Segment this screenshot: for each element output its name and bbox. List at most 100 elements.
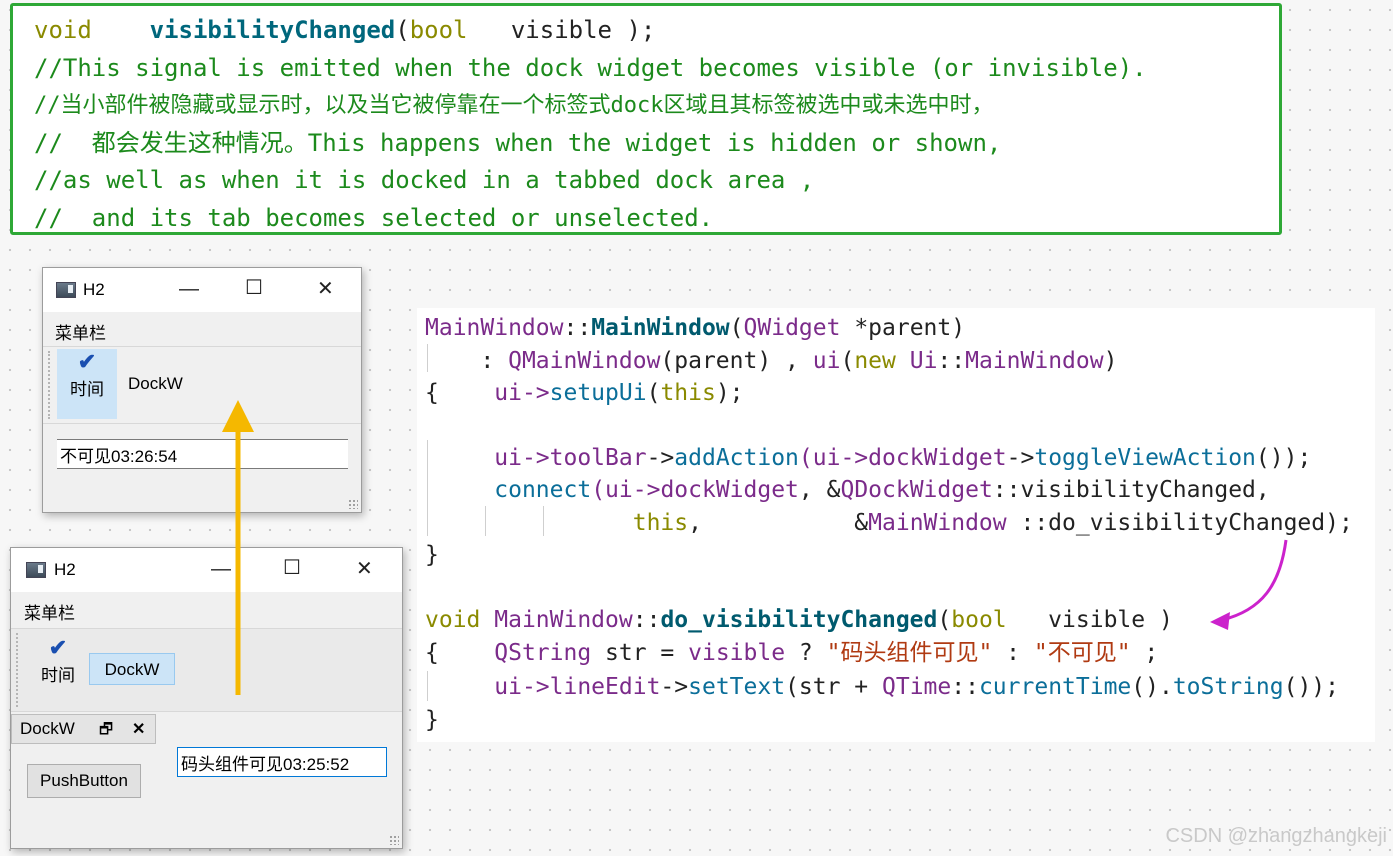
tok: -> — [1006, 445, 1035, 471]
tok: :: — [937, 348, 966, 374]
tok: connect — [494, 477, 592, 503]
tok: ui — [812, 348, 841, 374]
tok: } — [425, 707, 439, 733]
time-action[interactable]: ✔ 时间 — [31, 635, 85, 705]
code-line: : QMainWindow(parent) , ui(new Ui::MainW… — [425, 345, 1117, 377]
tok: MainWindow — [868, 510, 1007, 536]
doc-line: //This signal is emitted when the dock w… — [34, 53, 1147, 82]
line-edit[interactable]: 不可见03:26:54 — [57, 439, 348, 469]
tok: "不可见" — [1033, 640, 1131, 666]
tok: (parent) , — [660, 348, 813, 374]
tok: ()); — [1283, 674, 1339, 700]
doc-line: // 都会发生这种情况。This happens when the widget… — [34, 128, 1002, 157]
tok: toolBar — [549, 445, 647, 471]
maximize-button[interactable]: ☐ — [245, 278, 263, 298]
tok: (str + — [785, 674, 882, 700]
title-bar[interactable]: H2 — ☐ ✕ — [43, 268, 361, 312]
kw-bool: bool — [409, 16, 468, 44]
code-line: { ui->setupUi(this); — [425, 377, 744, 409]
doc-line: //as well as when it is docked in a tabb… — [34, 166, 815, 194]
dock-close-icon[interactable]: ✕ — [132, 719, 145, 739]
tok: this — [660, 380, 716, 406]
close-button[interactable]: ✕ — [317, 279, 334, 299]
tok: this — [632, 510, 689, 536]
tok: , — [688, 510, 702, 536]
tok: lineEdit — [549, 674, 661, 700]
size-grip[interactable] — [348, 499, 358, 509]
tok: ; — [1130, 640, 1159, 666]
close-button[interactable]: ✕ — [356, 559, 373, 579]
line-edit[interactable]: 码头组件可见03:25:52 — [177, 747, 387, 777]
tok: QMainWindow — [508, 348, 661, 374]
code-line: } — [425, 539, 439, 571]
tool-bar: ✔ 时间 DockW — [11, 628, 402, 712]
tok — [480, 607, 494, 633]
tok: visible ) — [1006, 607, 1173, 633]
tok: (ui-> — [798, 445, 869, 471]
tok: (). — [1131, 674, 1173, 700]
code-panel: MainWindow::MainWindow(QWidget *parent) … — [417, 308, 1375, 742]
tok: -> — [646, 445, 675, 471]
code-line: connect(ui->dockWidget, &QDockWidget::vi… — [425, 474, 1270, 506]
tok: { — [425, 380, 439, 406]
app-icon — [56, 282, 76, 298]
tok: setText — [688, 674, 786, 700]
tok: { — [425, 640, 439, 666]
time-action-label: 时间 — [41, 666, 75, 685]
tok: ()); — [1255, 445, 1312, 471]
time-action-label: 时间 — [70, 380, 104, 399]
tok: "码头组件可见" — [826, 640, 993, 666]
code-line: this, &MainWindow ::do_visibilityChanged… — [425, 507, 1353, 539]
tok: MainWindow — [965, 348, 1104, 374]
toolbar-grip[interactable] — [48, 351, 50, 419]
tok: QString — [494, 640, 592, 666]
tok: toString — [1172, 674, 1284, 700]
tok: QWidget — [743, 315, 841, 341]
menu-bar[interactable]: 菜单栏 — [24, 599, 402, 624]
dock-float-icon[interactable]: 🗗 — [99, 719, 113, 744]
tok: MainWindow — [494, 607, 633, 633]
tok — [896, 348, 910, 374]
tok: do_visibilityChanged — [660, 607, 938, 633]
code-line: { QString str = visible ? "码头组件可见" : "不可… — [425, 637, 1158, 669]
code-line: MainWindow::MainWindow(QWidget *parent) — [425, 312, 965, 344]
tok: } — [425, 542, 439, 568]
tok: ( — [646, 380, 661, 406]
code-line: ui->toolBar->addAction(ui->dockWidget->t… — [425, 442, 1311, 474]
tok: str = — [591, 640, 689, 666]
minimize-button[interactable]: — — [211, 559, 231, 579]
code-line: } — [425, 704, 439, 736]
tok: ) — [1103, 348, 1118, 374]
dock-title: DockW — [20, 719, 75, 738]
menu-bar[interactable]: 菜单栏 — [55, 319, 361, 344]
tok: Ui — [909, 348, 938, 374]
tok: *parent) — [840, 315, 966, 341]
dockw-toggle-button[interactable]: DockW — [128, 374, 183, 394]
doc-line: //当小部件被隐藏或显示时，以及当它被停靠在一个标签式dock区域且其标签被选中… — [34, 93, 994, 118]
tok: ui-> — [494, 380, 550, 406]
check-icon: ✔ — [48, 635, 68, 660]
tok: MainWindow — [591, 315, 730, 341]
minimize-button[interactable]: — — [179, 279, 199, 299]
signal-name: visibilityChanged — [149, 16, 396, 44]
tok: toggleViewAction — [1034, 445, 1256, 471]
tok: ui-> — [494, 674, 550, 700]
tok: :: — [632, 607, 661, 633]
push-button[interactable]: PushButton — [27, 764, 141, 798]
qt-window-visible-state: H2 — ☐ ✕ 菜单栏 ✔ 时间 DockW DockW 🗗 ✕ PushBu… — [10, 547, 403, 849]
tok: :: — [563, 315, 592, 341]
signal-signature: void visibilityChanged(bool visible ); — [34, 12, 1279, 50]
dock-widget: DockW 🗗 ✕ — [11, 714, 156, 744]
title-bar[interactable]: H2 — ☐ ✕ — [11, 548, 402, 592]
tok: QTime — [882, 674, 952, 700]
tok: addAction — [674, 445, 799, 471]
code-line: ui->lineEdit->setText(str + QTime::curre… — [425, 671, 1339, 703]
param: visible ); — [510, 16, 656, 44]
tok: ( — [840, 348, 855, 374]
time-action[interactable]: ✔ 时间 — [57, 349, 117, 419]
tok: ( — [937, 607, 952, 633]
maximize-button[interactable]: ☐ — [283, 558, 301, 578]
toolbar-grip[interactable] — [16, 633, 18, 707]
size-grip[interactable] — [389, 835, 399, 845]
dockw-toggle-button[interactable]: DockW — [89, 653, 175, 685]
